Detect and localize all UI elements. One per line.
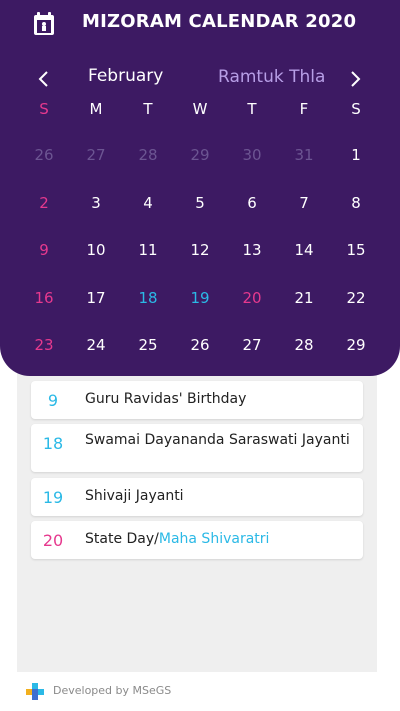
event-title: State Day/Maha Shivaratri [85,531,353,548]
day-cell[interactable]: 17 [70,283,122,313]
day-cell[interactable]: 20 [226,283,278,313]
day-cell[interactable]: 6 [226,188,278,218]
prev-month-button[interactable] [32,67,56,91]
event-title-main: State Day/ [85,531,159,547]
day-cell[interactable]: 24 [70,330,122,360]
month-name: February [88,66,164,86]
event-date: 18 [42,434,64,453]
calendar-grid: 26 27 28 29 30 31 1 2 3 4 5 6 7 8 9 10 11 12 13 14 15 16 17 18 1… [18,140,382,370]
day-cell[interactable]: 28 [122,140,174,170]
day-cell[interactable]: 23 [18,330,70,360]
day-cell[interactable]: 13 [226,235,278,265]
day-cell[interactable]: 31 [278,140,330,170]
day-cell[interactable]: 21 [278,283,330,313]
event-item[interactable]: 19 Shivaji Jayanti [31,478,363,516]
app-title: MIZORAM CALENDAR 2020 [82,11,357,32]
day-cell[interactable]: 7 [278,188,330,218]
weekday-tuesday: T [143,100,153,118]
chevron-left-icon [38,71,48,87]
day-cell[interactable]: 26 [18,140,70,170]
day-cell[interactable]: 9 [18,235,70,265]
weekday-header: S M T W T F S [18,100,382,122]
next-month-button[interactable] [343,67,367,91]
weekday-wednesday: W [192,100,208,118]
day-cell[interactable]: 27 [226,330,278,360]
mizo-month-name: Ramtuk Thla [218,67,326,87]
event-title: Swamai Dayananda Saraswati Jayanti [85,432,350,448]
event-date: 9 [47,391,59,410]
event-date: 20 [42,531,64,550]
chevron-right-icon [351,71,361,87]
event-title-alt: Maha Shivaratri [158,531,270,547]
weekday-saturday: S [351,100,361,118]
day-cell[interactable]: 8 [330,188,382,218]
weekday-friday: F [299,100,309,118]
day-cell[interactable]: 12 [174,235,226,265]
day-cell[interactable]: 27 [70,140,122,170]
event-item[interactable]: 9 Guru Ravidas' Birthday [31,381,363,419]
app-bar: MIZORAM CALENDAR 2020 [0,0,400,48]
weekday-sunday: S [39,100,49,118]
calendar-app-icon [34,12,54,35]
day-cell[interactable]: 16 [18,283,70,313]
day-cell[interactable]: 10 [70,235,122,265]
event-title: Guru Ravidas' Birthday [85,391,247,407]
day-cell[interactable]: 29 [174,140,226,170]
day-cell[interactable]: 25 [122,330,174,360]
day-cell[interactable]: 30 [226,140,278,170]
events-list: 9 Guru Ravidas' Birthday 18 Swamai Dayan… [17,360,377,672]
weekday-thursday: T [247,100,257,118]
event-item[interactable]: 20 State Day/Maha Shivaratri [31,521,363,559]
day-cell[interactable]: 11 [122,235,174,265]
event-item[interactable]: 18 Swamai Dayananda Saraswati Jayanti [31,424,363,472]
day-cell[interactable]: 1 [330,140,382,170]
day-cell[interactable]: 18 [122,283,174,313]
calendar-header: MIZORAM CALENDAR 2020 February Ramtuk Th… [0,0,400,376]
day-cell[interactable]: 14 [278,235,330,265]
day-cell[interactable]: 3 [70,188,122,218]
day-cell[interactable]: 2 [18,188,70,218]
day-cell[interactable]: 19 [174,283,226,313]
weekday-monday: M [89,100,103,118]
day-cell[interactable]: 28 [278,330,330,360]
day-cell[interactable]: 5 [174,188,226,218]
day-cell[interactable]: 29 [330,330,382,360]
event-date: 19 [42,488,64,507]
footer-credit: Developed by MSeGS [53,684,172,697]
footer: Developed by MSeGS [0,672,400,711]
day-cell[interactable]: 26 [174,330,226,360]
event-title: Shivaji Jayanti [85,488,184,504]
day-cell[interactable]: 22 [330,283,382,313]
day-cell[interactable]: 15 [330,235,382,265]
day-cell[interactable]: 4 [122,188,174,218]
msegs-logo-icon [26,683,44,700]
